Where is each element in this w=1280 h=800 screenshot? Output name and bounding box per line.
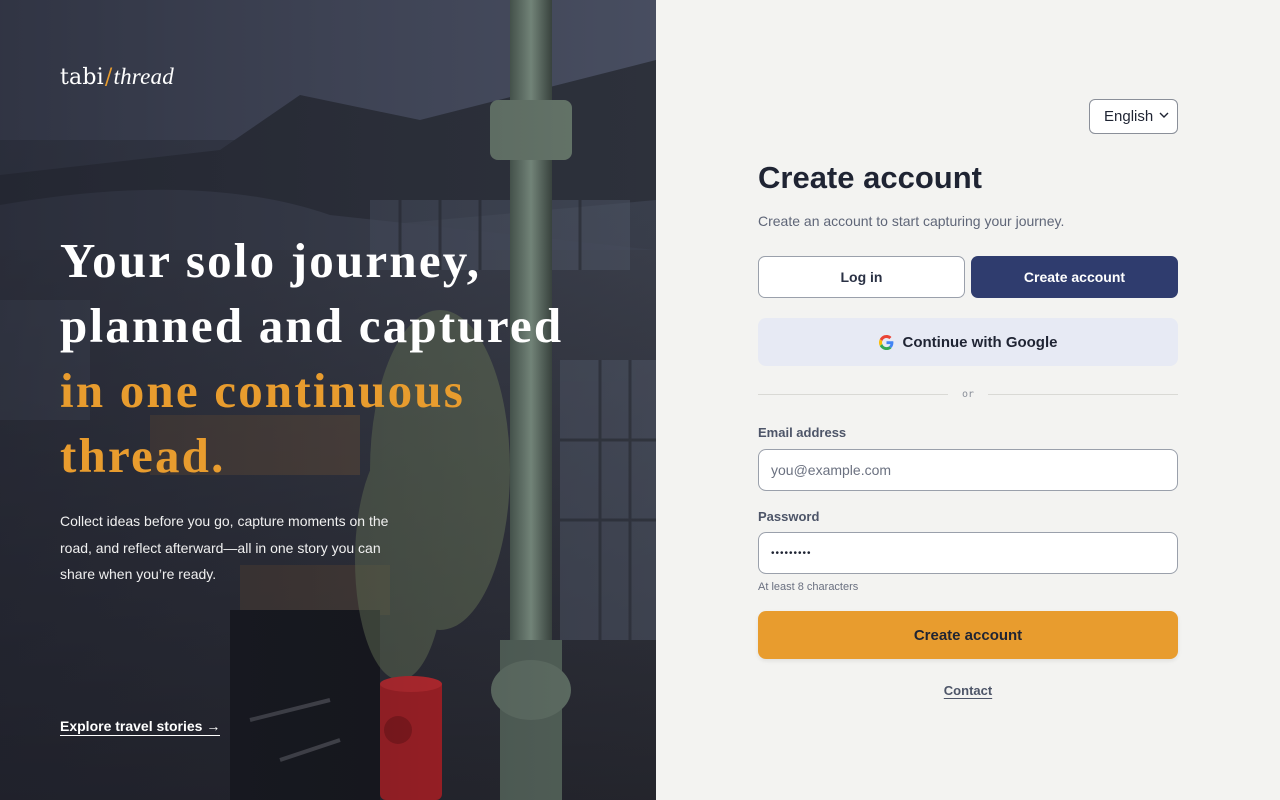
explore-link-label: Explore travel stories xyxy=(60,718,203,734)
headline-line-2: planned and captured xyxy=(60,298,564,353)
chevron-down-icon xyxy=(1159,112,1169,118)
headline-line-3: in one continuous xyxy=(60,363,466,418)
divider-line-right xyxy=(988,393,1179,395)
brand-logo[interactable]: tabi/thread xyxy=(60,64,174,90)
password-field[interactable]: ••••••••• xyxy=(758,532,1178,574)
password-label: Password xyxy=(758,509,820,524)
create-account-submit-button[interactable]: Create account xyxy=(758,611,1178,659)
page-title: Create account xyxy=(758,160,982,195)
contact-wrapper: Contact xyxy=(656,682,1280,700)
explore-stories-link[interactable]: Explore travel stories → xyxy=(60,718,221,736)
headline-line-1: Your solo journey, xyxy=(60,233,482,288)
language-selected: English xyxy=(1104,108,1154,125)
email-field[interactable]: you@example.com xyxy=(758,449,1178,491)
divider-text: or xyxy=(961,388,975,400)
hero-subtext: Collect ideas before you go, capture mom… xyxy=(60,513,389,582)
auth-panel: English Create account Create an account… xyxy=(656,0,1280,800)
hero-headline: Your solo journey, planned and captured … xyxy=(60,228,620,488)
language-select[interactable]: English xyxy=(1089,99,1178,134)
google-icon xyxy=(878,334,893,350)
headline-line-4: thread. xyxy=(60,428,226,483)
arrow-right-icon: → xyxy=(206,718,221,734)
logo-slash: / xyxy=(104,65,113,90)
page-description: Create an account to start capturing you… xyxy=(758,213,1065,229)
google-button-label: Continue with Google xyxy=(902,333,1058,351)
divider-line-left xyxy=(758,393,948,395)
contact-link[interactable]: Contact xyxy=(944,683,992,698)
logo-main: tabi xyxy=(60,65,104,90)
tab-create-account[interactable]: Create account xyxy=(971,256,1178,298)
tab-login[interactable]: Log in xyxy=(758,256,965,298)
email-label: Email address xyxy=(758,425,847,440)
logo-script: thread xyxy=(113,64,174,89)
password-hint: At least 8 characters xyxy=(758,581,859,593)
google-signin-button[interactable]: Continue with Google xyxy=(758,318,1178,366)
or-divider: or xyxy=(758,386,1179,402)
hero-panel: tabi/thread Your solo journey, planned a… xyxy=(0,0,656,800)
